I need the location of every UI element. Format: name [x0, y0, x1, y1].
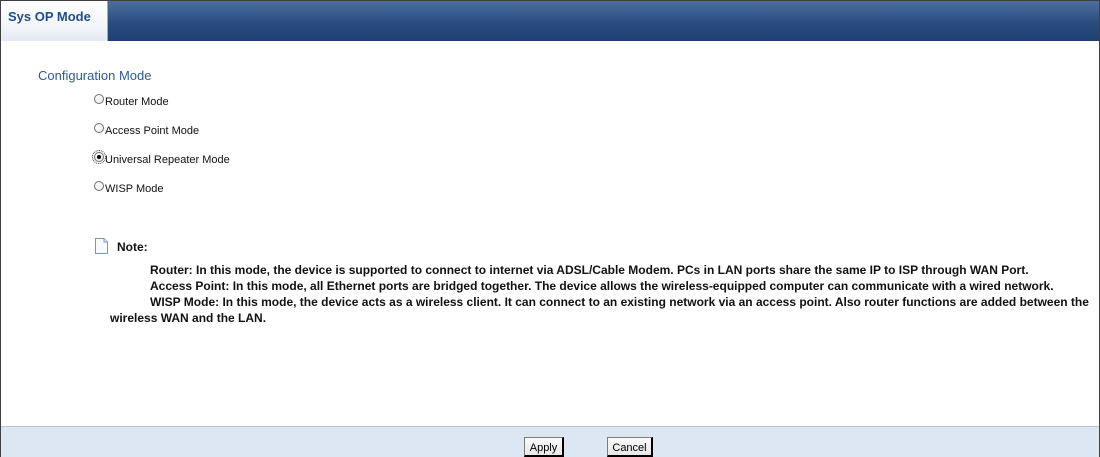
wisp-mode-label: WISP Mode: [105, 183, 164, 195]
wisp-mode-option[interactable]: WISP Mode: [94, 181, 164, 197]
note-access-point: Access Point: In this mode, all Ethernet…: [110, 278, 1090, 294]
note-icon: [95, 238, 108, 254]
note-router: Router: In this mode, the device is supp…: [110, 262, 1090, 278]
note-wisp: WISP Mode: In this mode, the device acts…: [110, 294, 1090, 326]
section-title: Configuration Mode: [38, 68, 152, 83]
universal-repeater-mode-label: Universal Repeater Mode: [105, 154, 230, 166]
access-point-mode-radio[interactable]: [94, 123, 104, 133]
sys-op-mode-panel: Sys OP Mode Configuration Mode Router Mo…: [0, 0, 1100, 457]
note-router-text: Router: In this mode, the device is supp…: [150, 263, 1029, 277]
apply-button[interactable]: Apply: [524, 437, 564, 457]
tab-sys-op-mode[interactable]: Sys OP Mode: [1, 1, 108, 41]
universal-repeater-mode-option[interactable]: Universal Repeater Mode: [92, 150, 230, 168]
note-text: Router: In this mode, the device is supp…: [110, 262, 1090, 326]
router-mode-radio[interactable]: [94, 94, 104, 104]
universal-repeater-mode-radio[interactable]: [92, 150, 106, 164]
cancel-button[interactable]: Cancel: [607, 437, 653, 457]
note-wisp-text: WISP Mode: In this mode, the device acts…: [110, 295, 1089, 325]
access-point-mode-label: Access Point Mode: [105, 125, 200, 137]
note-title: Note:: [117, 240, 148, 254]
note-access-point-text: Access Point: In this mode, all Ethernet…: [150, 279, 1054, 293]
wisp-mode-radio[interactable]: [94, 181, 104, 191]
access-point-mode-option[interactable]: Access Point Mode: [94, 123, 199, 139]
router-mode-label: Router Mode: [105, 96, 169, 108]
router-mode-option[interactable]: Router Mode: [94, 94, 169, 110]
tab-label: Sys OP Mode: [8, 9, 91, 24]
tab-bar: Sys OP Mode: [1, 1, 1099, 41]
